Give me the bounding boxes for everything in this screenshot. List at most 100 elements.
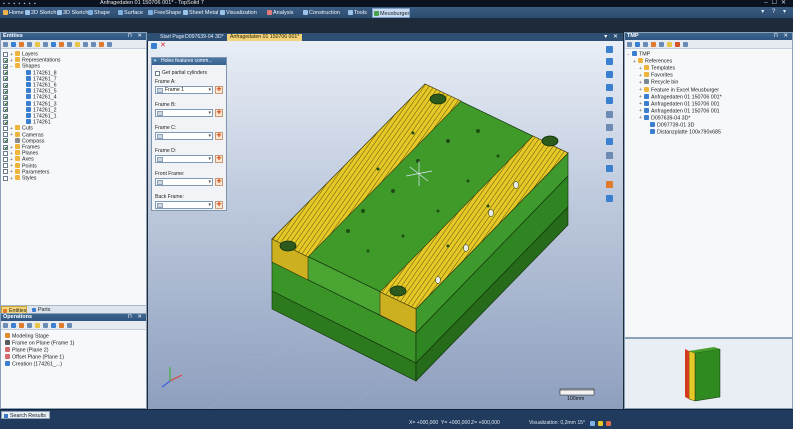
toolbar-button-icon[interactable] bbox=[43, 42, 48, 47]
panel-pin-icon[interactable]: ⊓ ✕ bbox=[128, 314, 144, 321]
visibility-checkbox[interactable] bbox=[3, 125, 8, 131]
menu-3d-sketch[interactable]: 3D Sketch bbox=[56, 8, 88, 18]
pick-frame-icon[interactable]: ✚ bbox=[215, 178, 223, 186]
menu-shape[interactable]: Shape bbox=[87, 8, 110, 18]
project-tree-item[interactable]: + Favorites bbox=[639, 72, 673, 79]
view-tool-icon[interactable] bbox=[606, 124, 613, 131]
pick-frame-icon[interactable]: ✚ bbox=[215, 132, 223, 140]
pick-frame-icon[interactable]: ✚ bbox=[215, 201, 223, 209]
operation-item[interactable]: Offset Plane (Plane 1) bbox=[5, 354, 64, 361]
toolbar-button-icon[interactable] bbox=[107, 42, 112, 47]
toolbar-button-icon[interactable] bbox=[75, 42, 80, 47]
project-tree-item[interactable]: + Templates bbox=[639, 65, 675, 72]
toolbar-button-icon[interactable] bbox=[19, 42, 24, 47]
toolbar-button-icon[interactable] bbox=[3, 42, 8, 47]
document-close-icon[interactable]: ▾ ✕ bbox=[604, 33, 620, 41]
panel-pin-icon[interactable]: ⊓ ✕ bbox=[128, 33, 144, 40]
chevron-down-icon[interactable]: ▾ bbox=[208, 133, 211, 140]
toolbar-button-icon[interactable] bbox=[51, 323, 56, 328]
operation-item[interactable]: Modeling Stage bbox=[5, 333, 49, 340]
operation-item[interactable]: Creation (174261_...) bbox=[5, 361, 62, 368]
toolbar-button-icon[interactable] bbox=[27, 323, 32, 328]
window-controls[interactable]: –☐✕ bbox=[764, 0, 790, 7]
help-icons[interactable]: ▾ ? ▾ bbox=[761, 8, 789, 15]
toolbar-button-icon[interactable] bbox=[43, 323, 48, 328]
visibility-checkbox[interactable] bbox=[3, 70, 8, 76]
frame-select[interactable]: ▾ bbox=[155, 155, 213, 163]
menu-home[interactable]: Home bbox=[2, 8, 24, 18]
visibility-checkbox[interactable] bbox=[3, 138, 8, 144]
visibility-checkbox[interactable] bbox=[3, 144, 8, 150]
toolbar-button-icon[interactable] bbox=[11, 323, 16, 328]
visibility-checkbox[interactable] bbox=[3, 57, 8, 63]
toolbar-button-icon[interactable] bbox=[99, 42, 104, 47]
toolbar-button-icon[interactable] bbox=[675, 42, 680, 47]
visibility-checkbox[interactable] bbox=[3, 88, 8, 94]
operation-item[interactable]: Frame on Plane (Frame 1) bbox=[5, 340, 74, 347]
status-icon[interactable] bbox=[606, 421, 611, 426]
toolbar-button-icon[interactable] bbox=[651, 42, 656, 47]
chevron-down-icon[interactable]: ▾ bbox=[208, 110, 211, 117]
menu-surface[interactable]: Surface bbox=[117, 8, 143, 18]
visibility-checkbox[interactable] bbox=[3, 150, 8, 156]
toolbar-button-icon[interactable] bbox=[627, 42, 632, 47]
toolbar-button-icon[interactable] bbox=[59, 42, 64, 47]
dialog-ok-icon[interactable]: ➤ bbox=[153, 58, 157, 65]
toolbar-button-icon[interactable] bbox=[51, 42, 56, 47]
toolbar-button-icon[interactable] bbox=[91, 42, 96, 47]
search-results-tab[interactable]: Search Results bbox=[1, 411, 50, 419]
pick-frame-icon[interactable]: ✚ bbox=[215, 155, 223, 163]
partial-cylinders-checkbox[interactable] bbox=[155, 71, 160, 76]
toolbar-button-icon[interactable] bbox=[67, 42, 72, 47]
toolbar-button-icon[interactable] bbox=[635, 42, 640, 47]
visibility-checkbox[interactable] bbox=[3, 101, 8, 107]
view-tool-icon[interactable] bbox=[606, 181, 613, 188]
status-icon[interactable] bbox=[598, 421, 603, 426]
toolbar-button-icon[interactable] bbox=[83, 42, 88, 47]
toolbar-button-icon[interactable] bbox=[67, 323, 72, 328]
menu-2d-sketch[interactable]: 2D Sketch bbox=[24, 8, 56, 18]
toolbar-button-icon[interactable] bbox=[59, 323, 64, 328]
view-tool-icon[interactable] bbox=[606, 111, 613, 118]
view-tool-icon[interactable] bbox=[606, 152, 613, 159]
toolbar-button-icon[interactable] bbox=[683, 42, 688, 47]
project-tree-item[interactable]: + D097639-04 3D* bbox=[639, 114, 690, 122]
visibility-checkbox[interactable] bbox=[3, 119, 8, 125]
operation-item[interactable]: Plane (Plane 2) bbox=[5, 347, 49, 354]
frame-select[interactable]: ▾ bbox=[155, 132, 213, 140]
toolbar-button-icon[interactable] bbox=[667, 42, 672, 47]
project-tree-item[interactable]: D097739-01 3D bbox=[645, 122, 694, 129]
document-tab[interactable]: Anfragedaten 01 150706 001* bbox=[227, 34, 303, 41]
visibility-checkbox[interactable] bbox=[3, 63, 8, 69]
cancel-icon[interactable]: ✕ bbox=[160, 42, 166, 49]
toolbar-button-icon[interactable] bbox=[35, 323, 40, 328]
visibility-checkbox[interactable] bbox=[3, 113, 8, 119]
view-tool-icon[interactable] bbox=[606, 138, 613, 145]
project-tree-item[interactable]: − TMP bbox=[627, 51, 650, 58]
visibility-checkbox[interactable] bbox=[3, 163, 8, 169]
chevron-down-icon[interactable]: ▾ bbox=[208, 87, 211, 94]
view-tool-icon[interactable] bbox=[606, 165, 613, 172]
menu-tools[interactable]: Tools bbox=[347, 8, 367, 18]
chevron-down-icon[interactable]: ▾ bbox=[208, 179, 211, 186]
toolbar-button-icon[interactable] bbox=[643, 42, 648, 47]
menu-construction[interactable]: Construction bbox=[302, 8, 340, 18]
chevron-down-icon[interactable]: ▾ bbox=[208, 202, 211, 209]
view-tool-icon[interactable] bbox=[606, 195, 613, 202]
menu-freeshape[interactable]: FreeShape bbox=[147, 8, 181, 18]
view-tool-icon[interactable] bbox=[606, 58, 613, 65]
document-tab[interactable]: D097639-04 3D* bbox=[182, 34, 227, 41]
project-tree-item[interactable]: + Anfragedaten 01 150706 001* bbox=[639, 93, 722, 101]
menu-sheet-metal[interactable]: Sheet Metal bbox=[182, 8, 218, 18]
view-tool-icon[interactable] bbox=[606, 97, 613, 104]
project-tree-item[interactable]: + Feature in Excel Meusburger bbox=[639, 86, 719, 94]
frame-select[interactable]: Frame 1 ▾ bbox=[155, 86, 213, 94]
project-tree-item[interactable]: + Anfragedaten 01 150706 001 bbox=[639, 100, 720, 108]
visibility-checkbox[interactable] bbox=[3, 76, 8, 82]
toolbar-button-icon[interactable] bbox=[3, 323, 8, 328]
status-icon[interactable] bbox=[590, 421, 595, 426]
project-tree-item[interactable]: + Anfragedaten 01 150706 001 bbox=[639, 107, 720, 115]
visibility-checkbox[interactable] bbox=[3, 132, 8, 138]
visibility-checkbox[interactable] bbox=[3, 156, 8, 162]
pick-frame-icon[interactable]: ✚ bbox=[215, 109, 223, 117]
